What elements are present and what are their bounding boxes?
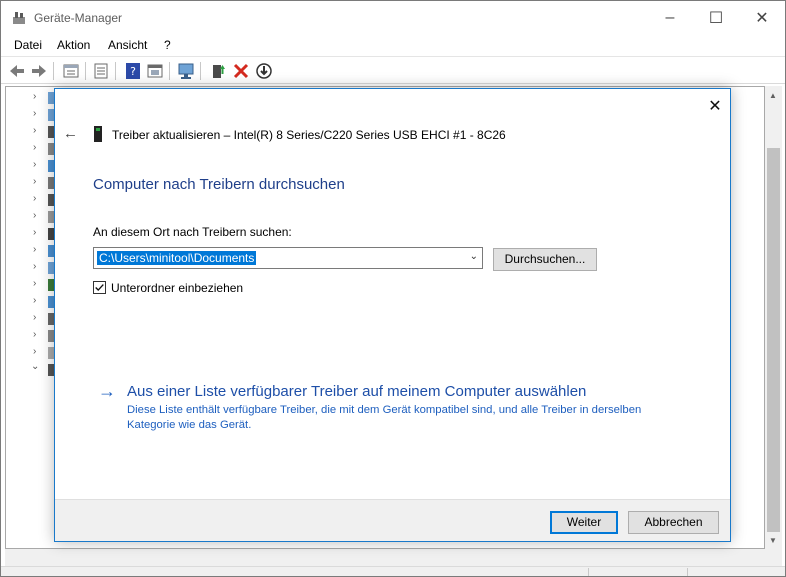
expand-chevron-icon[interactable]: › [33,295,36,306]
expand-chevron-icon[interactable]: › [33,108,36,119]
help-icon[interactable]: ? [123,61,143,81]
window-title: Geräte-Manager [34,11,123,25]
expand-chevron-icon[interactable]: › [33,244,36,255]
expand-chevron-icon[interactable]: › [33,261,36,272]
status-bar [1,566,785,576]
update-driver-dialog: ✕ ← Treiber aktualisieren – Intel(R) 8 S… [54,88,731,542]
remove-icon[interactable] [231,61,251,81]
toolbar-separator [200,62,201,80]
expand-chevron-icon[interactable]: › [33,346,36,357]
back-arrow-icon[interactable] [7,61,27,81]
usb-device-icon [94,126,102,142]
status-separator [687,568,688,576]
horizontal-scrollbar[interactable] [5,549,782,566]
cancel-button[interactable]: Abbrechen [628,511,719,534]
expand-chevron-icon[interactable]: › [33,193,36,204]
path-combobox[interactable]: C:\Users\minitool\Documents ⌄ [93,247,483,269]
dialog-title: Treiber aktualisieren – Intel(R) 8 Serie… [112,128,506,142]
maximize-button[interactable]: ☐ [693,1,739,34]
download-icon[interactable] [254,61,274,81]
vertical-scrollbar[interactable]: ▲ ▼ [765,86,782,549]
list-icon[interactable] [91,61,111,81]
path-input[interactable]: C:\Users\minitool\Documents [97,251,257,265]
menu-aktion[interactable]: Aktion [57,38,90,52]
menu-ansicht[interactable]: Ansicht [108,38,147,52]
close-icon: ✕ [708,98,722,115]
menu-bar: Datei Aktion Ansicht ? [1,34,785,56]
device-manager-icon [13,12,25,24]
path-label: An diesem Ort nach Treibern suchen: [93,225,292,239]
toolbar: ? [1,56,785,84]
toolbar-separator [53,62,54,80]
menu-datei[interactable]: Datei [14,38,42,52]
close-window-button[interactable]: ✕ [739,1,785,34]
expand-chevron-icon[interactable]: › [33,159,36,170]
dialog-footer: Weiter Abbrechen [55,499,730,541]
pick-from-list-link[interactable]: Aus einer Liste verfügbarer Treiber auf … [127,383,586,400]
expand-chevron-icon[interactable]: › [33,176,36,187]
scroll-thumb[interactable] [767,148,780,532]
minimize-button[interactable]: – [647,1,693,34]
forward-arrow-icon[interactable] [29,61,49,81]
expand-chevron-icon[interactable]: › [33,329,36,340]
title-bar[interactable]: Geräte-Manager – ☐ ✕ [1,1,785,34]
view-icon[interactable] [145,61,165,81]
pick-from-list-description: Diese Liste enthält verfügbare Treiber, … [127,404,642,431]
chevron-down-icon[interactable]: ⌄ [470,251,478,262]
monitor-icon[interactable] [176,61,196,81]
toolbar-separator [85,62,86,80]
toolbar-separator [115,62,116,80]
subfolder-label[interactable]: Unterordner einbeziehen [111,281,243,295]
add-driver-icon[interactable] [208,61,228,81]
expand-chevron-icon[interactable]: › [33,210,36,221]
minimize-icon: – [665,8,675,26]
scroll-up-icon[interactable]: ▲ [769,91,777,100]
toolbar-separator [169,62,170,80]
expand-chevron-icon[interactable]: › [33,142,36,153]
subfolder-checkbox[interactable] [93,281,106,294]
back-arrow-icon[interactable]: ← [63,125,78,142]
arrow-right-icon[interactable]: → [98,381,116,402]
expand-chevron-icon[interactable]: › [33,91,36,102]
expand-chevron-icon[interactable]: › [33,227,36,238]
maximize-icon: ☐ [708,9,724,27]
next-button[interactable]: Weiter [550,511,618,534]
collapse-chevron-icon[interactable]: ⌄ [31,361,39,372]
scroll-down-icon[interactable]: ▼ [769,536,777,545]
expand-chevron-icon[interactable]: › [33,278,36,289]
dialog-close-button[interactable]: ✕ [703,95,727,117]
menu-help[interactable]: ? [164,38,171,52]
close-icon: ✕ [755,9,769,27]
properties-icon[interactable] [61,61,81,81]
svg-text:?: ? [130,65,136,78]
expand-chevron-icon[interactable]: › [33,312,36,323]
expand-chevron-icon[interactable]: › [33,125,36,136]
status-separator [588,568,589,576]
browse-button[interactable]: Durchsuchen... [493,248,597,271]
dialog-heading: Computer nach Treibern durchsuchen [93,176,345,193]
